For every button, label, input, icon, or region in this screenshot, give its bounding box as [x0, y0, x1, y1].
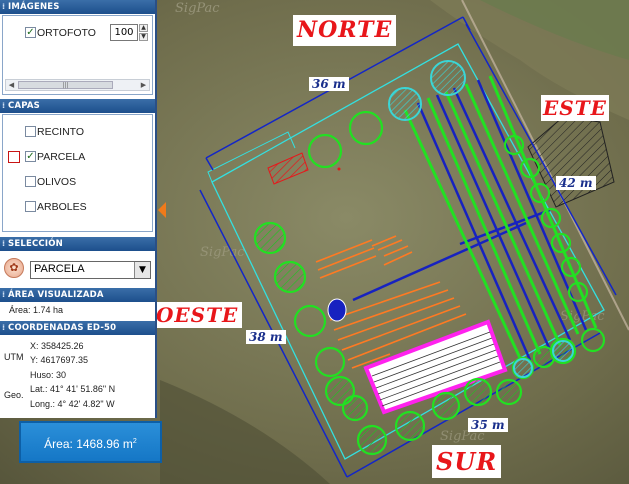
- section-header-coordenadas[interactable]: COORDENADAS ED-50: [0, 321, 155, 335]
- watermark: SigPac: [175, 1, 220, 16]
- horizontal-scrollbar[interactable]: ◀ ||| ▶: [5, 79, 150, 91]
- latitude: Lat.: 41° 41' 51.86" N: [30, 384, 116, 394]
- ortofoto-label: ORTOFOTO: [37, 27, 96, 39]
- opacity-input[interactable]: 100: [110, 24, 138, 41]
- utm-label: UTM: [4, 352, 24, 362]
- area-result-text: Área: 1468.96 m: [44, 437, 133, 451]
- parcela-checkbox[interactable]: ✓: [25, 151, 36, 162]
- collapse-panel-icon[interactable]: [158, 202, 166, 218]
- selection-tool-icon[interactable]: ✿: [4, 258, 24, 278]
- spin-up-icon[interactable]: ▲: [139, 24, 148, 32]
- section-header-area[interactable]: ÁREA VISUALIZADA: [0, 288, 155, 302]
- huso: Huso: 30: [30, 370, 67, 380]
- watermark: SigPac: [200, 245, 245, 260]
- recinto-label: RECINTO: [37, 126, 85, 138]
- coordenadas-body: UTM X: 358425.26 Y: 4617697.35 Huso: 30 …: [2, 336, 153, 416]
- area-visualizada-text: Área: 1.74 ha: [9, 305, 64, 315]
- section-header-capas[interactable]: CAPAS: [0, 99, 155, 113]
- parcela-label: PARCELA: [37, 151, 86, 163]
- measure-top: 36 m: [309, 77, 349, 91]
- selection-dropdown-value: PARCELA: [34, 263, 85, 275]
- scroll-left-icon[interactable]: ◀: [7, 80, 16, 90]
- olivos-label: OLIVOS: [37, 176, 77, 188]
- chevron-down-icon[interactable]: ▼: [134, 262, 150, 278]
- utm-x: X: 358425.26: [30, 341, 84, 351]
- ortofoto-checkbox[interactable]: ✓: [25, 27, 36, 38]
- parcela-color-swatch: [8, 151, 20, 163]
- side-panel: IMÁGENES ✓ ORTOFOTO 100 ▲ ▼ ◀ ||| ▶ CAPA…: [0, 0, 157, 418]
- seleccion-body: ✿ PARCELA ▼: [2, 252, 153, 287]
- imagenes-body: ✓ ORTOFOTO 100 ▲ ▼ ◀ ||| ▶: [2, 15, 153, 95]
- recinto-checkbox[interactable]: [25, 126, 36, 137]
- label-oeste: OESTE: [152, 302, 243, 328]
- well-point[interactable]: [327, 298, 347, 322]
- olivos-checkbox[interactable]: [25, 176, 36, 187]
- arboles-label: ARBOLES: [37, 201, 87, 213]
- label-norte: NORTE: [293, 15, 397, 46]
- area-result-unit-exponent: 2: [132, 438, 137, 445]
- capas-body: RECINTO ✓ PARCELA OLIVOS ARBOLES: [2, 114, 153, 232]
- label-sur: SUR: [432, 445, 502, 478]
- scroll-right-icon[interactable]: ▶: [139, 80, 148, 90]
- label-este: ESTE: [541, 95, 609, 121]
- red-point: [337, 167, 341, 171]
- geo-label: Geo.: [4, 390, 24, 400]
- arboles-checkbox[interactable]: [25, 201, 36, 212]
- section-header-imagenes[interactable]: IMÁGENES: [0, 0, 155, 14]
- section-header-seleccion[interactable]: SELECCIÓN: [0, 237, 155, 251]
- measure-bottom: 35 m: [468, 418, 508, 432]
- utm-y: Y: 4617697.35: [30, 355, 89, 365]
- selection-dropdown[interactable]: PARCELA ▼: [30, 261, 151, 279]
- spin-down-icon[interactable]: ▼: [139, 33, 148, 41]
- measure-right: 42 m: [556, 176, 596, 190]
- area-result-box: Área: 1468.96 m2: [19, 421, 162, 463]
- scroll-thumb[interactable]: |||: [18, 81, 113, 89]
- longitude: Long.: 4° 42' 4.82" W: [30, 399, 115, 409]
- measure-left: 38 m: [246, 330, 286, 344]
